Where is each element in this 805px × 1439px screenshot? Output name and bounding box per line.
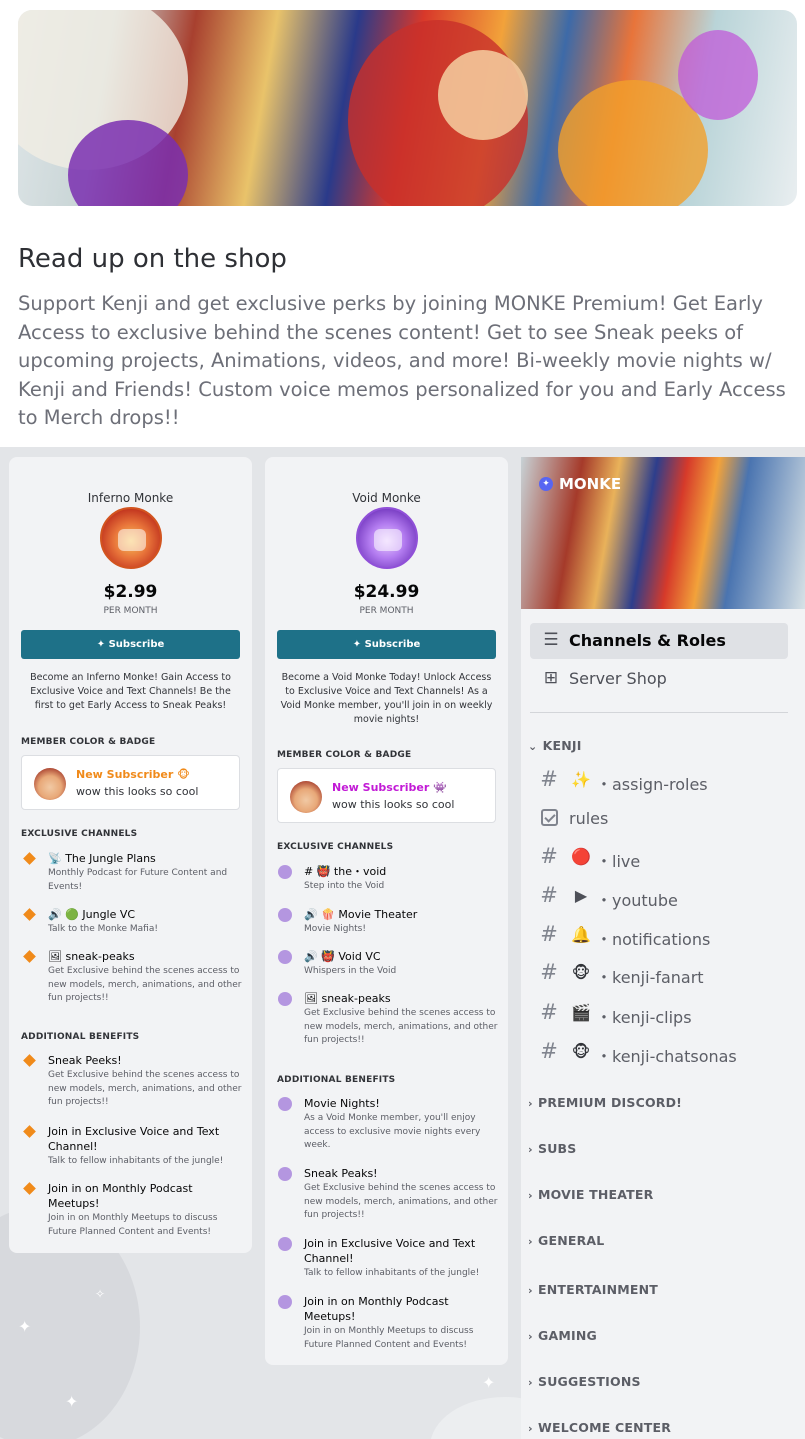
channel-assign-roles[interactable]: # ✨ ・assign-roles [538,763,788,797]
chevron-right-icon: › [528,1330,533,1343]
hash-icon: # [540,922,558,946]
diamond-bullet-icon [23,852,36,865]
exclusive-channels-header: EXCLUSIVE CHANNELS [21,829,138,839]
avatar [290,781,322,813]
tier-name: Void Monke [352,491,421,505]
chevron-right-icon: › [528,1235,533,1248]
chevron-right-icon: › [528,1143,533,1156]
channel-live[interactable]: # 🔴 ・live [538,840,788,874]
additional-benefits-header: ADDITIONAL BENEFITS [21,1032,140,1042]
tier-period: PER MONTH [359,606,414,616]
dot-bullet-icon [278,865,292,879]
badge-name: New Subscriber 🐵 [76,768,190,781]
category-gaming[interactable]: › GAMING [528,1328,597,1343]
category-suggestions[interactable]: › SUGGESTIONS [528,1374,641,1389]
tier-period: PER MONTH [103,606,158,616]
chevron-right-icon: › [528,1284,533,1297]
server-sidebar: ✦ MONKE ☰ Channels & Roles ⊞ Server Shop… [521,457,805,1439]
diamond-bullet-icon [23,1054,36,1067]
channel-kenji-clips[interactable]: # 🎬 ・kenji-clips [538,996,788,1030]
dot-bullet-icon [278,908,292,922]
badge-name: New Subscriber 👾 [332,781,447,794]
hash-icon: # [540,960,558,984]
shop-content-area: ✦ ✧ ✦ ✦ Inferno Monke $2.99 PER MONTH ✦ … [0,447,805,1439]
category-subs[interactable]: › SUBS [528,1141,576,1156]
additional-benefits-header: ADDITIONAL BENEFITS [277,1075,396,1085]
channel-youtube[interactable]: # ▶ ・youtube [538,879,788,913]
member-color-header: MEMBER COLOR & BADGE [277,750,412,760]
avatar [34,768,66,800]
shop-title: Read up on the shop [18,244,287,274]
sparkle-icon: ✦ [65,1392,79,1411]
badge-preview: New Subscriber 🐵 wow this looks so cool [21,755,240,810]
dot-bullet-icon [278,950,292,964]
chevron-right-icon: › [528,1376,533,1389]
diamond-bullet-icon [23,1182,36,1195]
shop-description: Support Kenji and get exclusive perks by… [18,292,786,429]
tier-card-void: Void Monke $24.99 PER MONTH ✦ Subscribe … [265,457,508,1365]
channel-kenji-fanart[interactable]: # 🐵 ・kenji-fanart [538,956,788,990]
server-banner-image: ✦ MONKE [521,457,805,609]
sparkle-icon: ✧ [95,1287,106,1301]
dot-bullet-icon [278,1237,292,1251]
category-movie-theater[interactable]: › MOVIE THEATER [528,1187,653,1202]
tier-avatar [356,507,418,569]
tier-price: $2.99 [103,582,158,602]
shop-icon: ⊞ [543,668,559,688]
dot-bullet-icon [278,992,292,1006]
divider [530,712,788,713]
subscribe-button[interactable]: ✦ Subscribe [21,630,240,659]
category-welcome-center[interactable]: › WELCOME CENTER [528,1420,671,1435]
badge-message: wow this looks so cool [332,798,455,811]
chevron-down-icon: ⌄ [528,740,538,753]
channels-and-roles-button[interactable]: ☰ Channels & Roles [530,623,788,659]
chevron-right-icon: › [528,1422,533,1435]
subscribe-button[interactable]: ✦ Subscribe [277,630,496,659]
server-shop-button[interactable]: ⊞ Server Shop [530,661,788,697]
category-entertainment[interactable]: › ENTERTAINMENT [528,1282,658,1297]
badge-message: wow this looks so cool [76,785,199,798]
tier-avatar [100,507,162,569]
hash-icon: # [540,844,558,868]
tier-description: Become a Void Monke Today! Unlock Access… [280,672,493,725]
category-kenji[interactable]: ⌄ KENJI [528,738,582,753]
diamond-bullet-icon [23,950,36,963]
tier-name: Inferno Monke [87,491,174,505]
dot-bullet-icon [278,1167,292,1181]
boost-badge-icon: ✦ [539,477,553,491]
hash-icon: # [540,1000,558,1024]
hash-icon: # [540,883,558,907]
badge-preview: New Subscriber 👾 wow this looks so cool [277,768,496,823]
shop-banner-image [18,10,797,206]
member-color-header: MEMBER COLOR & BADGE [21,737,156,747]
exclusive-channels-header: EXCLUSIVE CHANNELS [277,842,394,852]
hash-icon: # [540,767,558,791]
channel-notifications[interactable]: # 🔔 ・notifications [538,918,788,952]
dot-bullet-icon [278,1295,292,1309]
rules-checkbox-icon [541,809,558,826]
tier-price: $24.99 [353,582,420,602]
hash-icon: # [540,1039,558,1063]
category-general[interactable]: › GENERAL [528,1233,604,1248]
tier-card-inferno: Inferno Monke $2.99 PER MONTH ✦ Subscrib… [9,457,252,1253]
list-search-icon: ☰ [543,630,559,650]
tier-description: Become an Inferno Monke! Gain Access to … [30,672,231,711]
sparkle-icon: ✦ [482,1373,496,1392]
channel-kenji-chatsonas[interactable]: # 🐵 ・kenji-chatsonas [538,1035,788,1069]
diamond-bullet-icon [23,908,36,921]
chevron-right-icon: › [528,1097,533,1110]
channel-rules[interactable]: rules [538,801,788,835]
diamond-bullet-icon [23,1125,36,1138]
sparkle-icon: ✦ [18,1317,32,1336]
dot-bullet-icon [278,1097,292,1111]
category-premium-discord[interactable]: › PREMIUM DISCORD! [528,1095,682,1110]
server-name[interactable]: ✦ MONKE [539,475,621,493]
chevron-right-icon: › [528,1189,533,1202]
